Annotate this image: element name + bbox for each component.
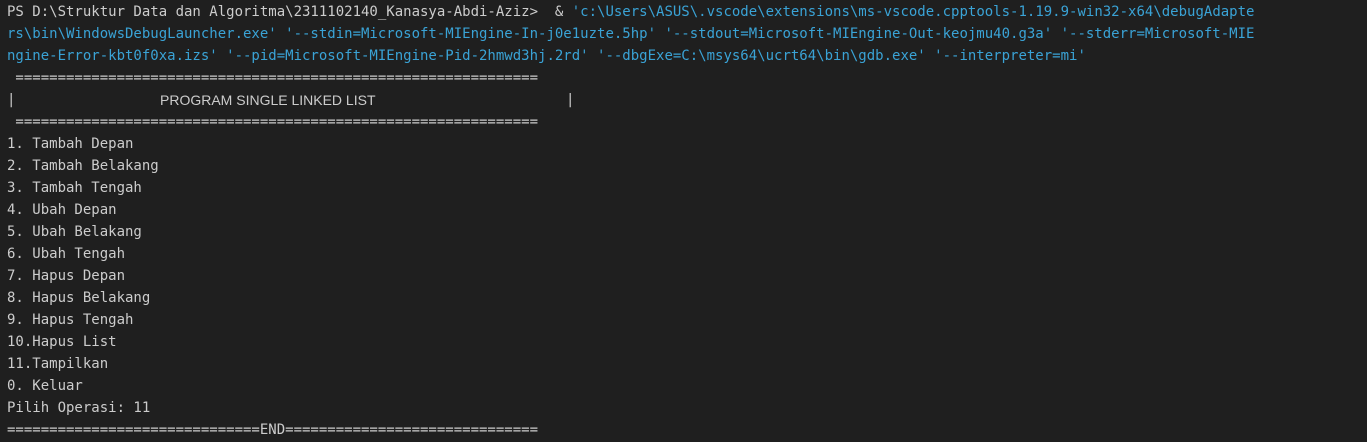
menu-item: 8. Hapus Belakang <box>7 290 151 306</box>
menu-item: 0. Keluar <box>7 378 83 394</box>
command-string-part-1: 'c:\Users\ASUS\.vscode\extensions\ms-vsc… <box>571 4 1255 20</box>
menu-item: 10.Hapus List <box>7 334 117 350</box>
shell-prompt: PS D:\Struktur Data dan Algoritma\231110… <box>7 4 547 20</box>
command-line-3: ngine-Error-kbt0f0xa.izs' '--pid=Microso… <box>7 48 1086 64</box>
menu-item: 5. Ubah Belakang <box>7 224 142 240</box>
program-title: PROGRAM SINGLE LINKED LIST <box>160 92 376 108</box>
operation-input-prompt: Pilih Operasi: 11 <box>7 400 151 416</box>
command-line-2: rs\bin\WindowsDebugLauncher.exe' '--stdi… <box>7 26 1255 42</box>
menu-item: 2. Tambah Belakang <box>7 158 159 174</box>
separator-top: ========================================… <box>7 70 539 86</box>
program-title-row: | PROGRAM SINGLE LINKED LIST | <box>7 89 1367 111</box>
terminal-panel[interactable]: PS D:\Struktur Data dan Algoritma\231110… <box>0 0 1367 442</box>
menu-item: 1. Tambah Depan <box>7 136 134 152</box>
title-pipe-right: | <box>566 92 575 108</box>
title-pipe-left: | <box>7 92 16 108</box>
menu-item: 3. Tambah Tengah <box>7 180 142 196</box>
command-ampersand: & <box>546 4 572 20</box>
menu-item: 7. Hapus Depan <box>7 268 126 284</box>
end-separator: ==============================END=======… <box>7 422 539 438</box>
separator-bottom: ========================================… <box>7 114 539 130</box>
command-line-1: PS D:\Struktur Data dan Algoritma\231110… <box>7 1 1367 23</box>
menu-item: 6. Ubah Tengah <box>7 246 126 262</box>
menu-item: 4. Ubah Depan <box>7 202 117 218</box>
menu-item: 9. Hapus Tengah <box>7 312 134 328</box>
menu-item: 11.Tampilkan <box>7 356 109 372</box>
